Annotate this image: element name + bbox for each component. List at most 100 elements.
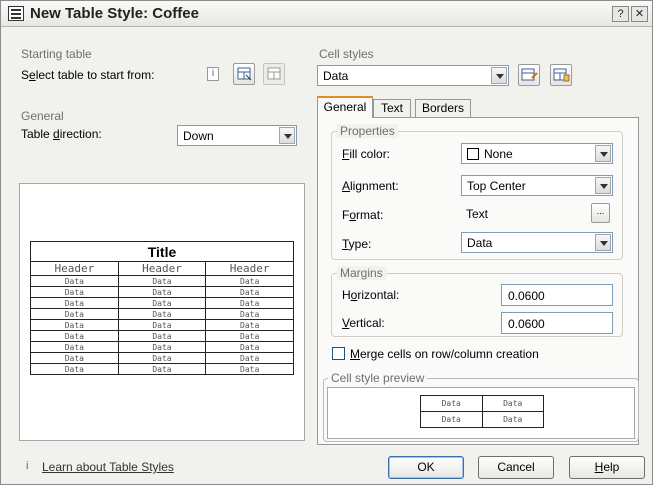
general-group: General	[21, 109, 64, 123]
preview-data-row: Data Data Data	[30, 330, 294, 342]
table-direction-value: Down	[183, 129, 214, 143]
type-select[interactable]: Data	[461, 232, 613, 253]
cell-style-preview-row: Data Data	[420, 411, 544, 428]
vertical-label: Vertical:	[342, 316, 385, 330]
cell-style-select[interactable]: Data	[317, 65, 509, 86]
preview-data-row: Data Data Data	[30, 275, 294, 287]
select-table-button[interactable]	[233, 63, 255, 85]
manage-cell-styles-button[interactable]	[550, 64, 572, 86]
preview-data-cell: Data	[30, 330, 119, 342]
preview-data-row: Data Data Data	[30, 363, 294, 375]
tab-text[interactable]: Text	[373, 99, 411, 118]
preview-data-row: Data Data Data	[30, 352, 294, 364]
preview-data-cell: Data	[205, 297, 294, 309]
cell-styles-group: Cell styles	[319, 47, 374, 61]
format-label: Format:	[342, 208, 384, 222]
help-button[interactable]: Help	[569, 456, 645, 479]
margins-label: Margins	[337, 266, 386, 280]
horizontal-label: Horizontal:	[342, 288, 400, 302]
preview-data-cell: Data	[30, 363, 119, 375]
preview-data-cell: Data	[205, 308, 294, 320]
new-cell-style-button[interactable]	[518, 64, 540, 86]
cell-style-value: Data	[323, 69, 349, 83]
cancel-button[interactable]: Cancel	[478, 456, 554, 479]
preview-data-cell: Data	[117, 319, 207, 331]
manage-cell-styles-icon	[553, 68, 570, 82]
table-preview-panel: Title Header Header Header Data Data Data Dat…	[19, 183, 305, 441]
table-style-icon	[8, 6, 24, 21]
chevron-down-icon[interactable]	[595, 145, 611, 162]
table-direction-select[interactable]: Down	[177, 125, 297, 146]
fill-color-value: None	[484, 147, 513, 161]
table-direction-label: Table direction:	[21, 127, 102, 141]
chevron-down-icon[interactable]	[279, 127, 295, 144]
fill-color-select[interactable]: None	[461, 143, 613, 164]
preview-data-row: Data Data Data	[30, 286, 294, 298]
remove-table-button[interactable]	[263, 63, 285, 85]
learn-about-link[interactable]: Learn about Table Styles	[42, 460, 174, 474]
cell-style-preview-cell: Data	[420, 395, 483, 412]
table-preview: Title Header Header Header Data Data Data Dat…	[30, 241, 294, 375]
preview-data-cell: Data	[205, 319, 294, 331]
table-style-dialog: New Table Style: Coffee ? ✕ Starting tab…	[0, 0, 653, 485]
preview-data-cell: Data	[117, 297, 207, 309]
properties-label: Properties	[337, 124, 398, 138]
preview-data-cell: Data	[117, 352, 207, 364]
select-table-icon	[237, 67, 252, 81]
alignment-select[interactable]: Top Center	[461, 175, 613, 196]
preview-header-cell: Header	[205, 261, 294, 276]
preview-data-cell: Data	[205, 286, 294, 298]
cell-style-preview-table: Data Data Data Data	[420, 395, 544, 428]
title-bar: New Table Style: Coffee ? ✕	[1, 1, 652, 27]
tab-borders[interactable]: Borders	[415, 99, 471, 118]
preview-header-cell: Header	[117, 261, 207, 276]
close-icon[interactable]: ✕	[631, 6, 648, 22]
select-table-label: Select table to start from:	[21, 68, 155, 82]
preview-data-row: Data Data Data	[30, 341, 294, 353]
preview-data-cell: Data	[205, 330, 294, 342]
preview-header-cell: Header	[30, 261, 119, 276]
cell-style-preview-cell: Data	[481, 395, 544, 412]
horizontal-margin-input[interactable]: 0.0600	[501, 284, 613, 306]
preview-data-cell: Data	[117, 363, 207, 375]
ok-button[interactable]: OK	[388, 456, 464, 479]
alignment-label: Alignment:	[342, 179, 399, 193]
preview-data-cell: Data	[30, 275, 119, 287]
preview-data-cell: Data	[30, 286, 119, 298]
fill-color-label: Fill color:	[342, 147, 391, 161]
preview-data-row: Data Data Data	[30, 308, 294, 320]
type-label: Type:	[342, 237, 372, 251]
format-browse-button[interactable]: ...	[591, 203, 610, 223]
chevron-down-icon[interactable]	[595, 177, 611, 194]
format-value: Text	[466, 207, 489, 221]
preview-title: Title	[30, 241, 294, 262]
info-icon: i	[207, 67, 219, 81]
tab-general[interactable]: General	[317, 96, 373, 118]
starting-table-group: Starting table	[21, 47, 92, 61]
help-icon[interactable]: ?	[612, 6, 629, 22]
preview-data-cell: Data	[117, 330, 207, 342]
chevron-down-icon[interactable]	[595, 234, 611, 251]
preview-data-cell: Data	[117, 308, 207, 320]
vertical-margin-value: 0.0600	[508, 317, 545, 331]
preview-data-cell: Data	[30, 352, 119, 364]
info-icon: i	[26, 460, 29, 472]
preview-data-cell: Data	[117, 286, 207, 298]
preview-data-cell: Data	[117, 275, 207, 287]
type-value: Data	[467, 236, 493, 250]
fill-swatch	[467, 148, 479, 160]
merge-cells-label: Merge cells on row/column creation	[350, 347, 539, 361]
vertical-margin-input[interactable]: 0.0600	[501, 312, 613, 334]
alignment-value: Top Center	[467, 179, 526, 193]
chevron-down-icon[interactable]	[491, 67, 507, 84]
preview-data-cell: Data	[205, 275, 294, 287]
cell-style-preview-cell: Data	[420, 411, 483, 428]
preview-data-cell: Data	[30, 319, 119, 331]
dialog-title: New Table Style: Coffee	[30, 5, 199, 22]
merge-cells-checkbox[interactable]	[332, 347, 345, 360]
preview-data-cell: Data	[30, 308, 119, 320]
preview-data-cell: Data	[30, 297, 119, 309]
preview-data-cell: Data	[205, 352, 294, 364]
preview-data-cell: Data	[205, 341, 294, 353]
preview-data-row: Data Data Data	[30, 319, 294, 331]
